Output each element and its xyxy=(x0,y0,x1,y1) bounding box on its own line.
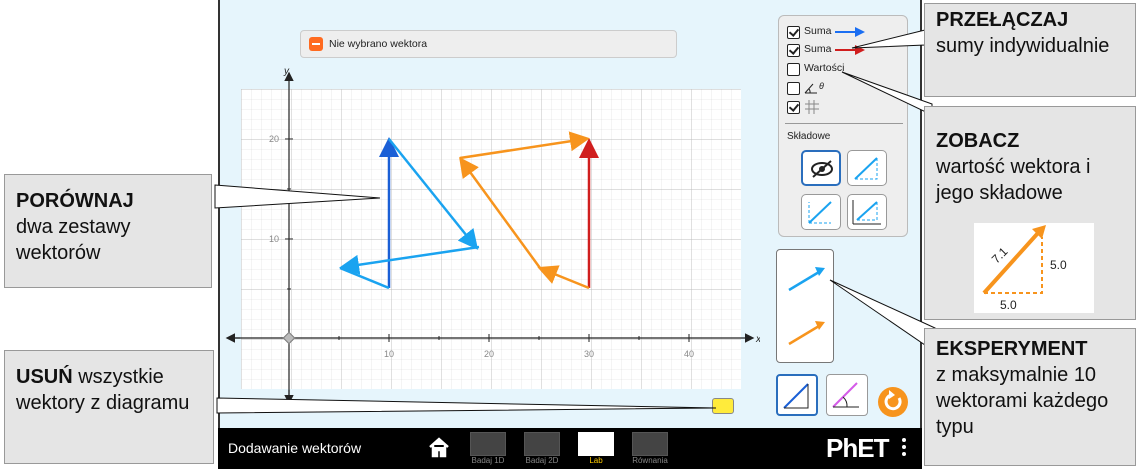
x-tick-label: 20 xyxy=(484,349,494,359)
y-tick-label: 10 xyxy=(269,234,279,244)
callout-see-text: wartość wektora i jego składowe xyxy=(936,156,1091,204)
callout-toggle: PRZEŁĄCZAJ sumy indywidualnie xyxy=(924,3,1136,97)
x-tick-label: 40 xyxy=(684,349,694,359)
checkbox[interactable] xyxy=(787,82,800,95)
blue-arrow-icon xyxy=(835,27,865,37)
screen-lab[interactable]: Lab xyxy=(574,432,618,466)
cartesian-mode-button[interactable] xyxy=(776,374,818,416)
callout-toggle-title: PRZEŁĄCZAJ xyxy=(936,9,1069,31)
screen-label: Równania xyxy=(632,456,668,465)
control-panel: Suma Suma Wartości θ Składowe xyxy=(778,15,908,237)
phet-logo[interactable]: PhET xyxy=(826,433,889,464)
parallel-components-icon xyxy=(808,201,832,224)
components-axis-button[interactable] xyxy=(847,194,887,230)
x-tick-label: 30 xyxy=(584,349,594,359)
vector-graph[interactable]: x y 10 20 30 40 20 10 xyxy=(220,0,760,410)
home-icon[interactable] xyxy=(428,436,450,458)
screen-explore-1d[interactable]: Badaj 1D xyxy=(466,432,510,466)
screen-label: Badaj 2D xyxy=(525,456,559,465)
components-hidden-button[interactable] xyxy=(801,150,841,186)
callout-experiment-title: EKSPERYMENT xyxy=(936,338,1088,360)
callout-experiment: EKSPERYMENT z maksymalnie 10 wektorami ka… xyxy=(924,328,1136,466)
triangle-components-icon xyxy=(854,157,878,180)
cartesian-icon xyxy=(783,383,809,409)
components-triangle-button[interactable] xyxy=(847,150,887,186)
screen-thumbnail xyxy=(470,432,506,456)
reset-all-button[interactable] xyxy=(878,387,908,417)
simulation-area: Nie wybrano wektora y 10 20 30 40 20 10 … xyxy=(218,0,922,428)
sum-label: Suma xyxy=(804,43,832,55)
components-parallelogram-button[interactable] xyxy=(801,194,841,230)
orange-vector-source[interactable] xyxy=(787,318,827,348)
x-axis-label: x xyxy=(755,334,760,345)
screen-equations[interactable]: Równania xyxy=(628,432,672,466)
checkbox[interactable] xyxy=(787,101,800,114)
navigation-bar: Dodawanie wektorów Badaj 1D Badaj 2D Lab… xyxy=(218,428,922,469)
callout-compare-title: PORÓWNAJ xyxy=(16,190,134,212)
brand-text: PhET xyxy=(826,433,889,463)
components-label: Składowe xyxy=(787,131,831,142)
eraser-button[interactable] xyxy=(712,398,734,414)
callout-clear-title: USUŃ xyxy=(16,366,73,388)
checkbox[interactable] xyxy=(787,26,800,39)
screen-thumbnail xyxy=(524,432,560,456)
callout-see: ZOBACZ wartość wektora i jego składowe 7.… xyxy=(924,106,1136,320)
divider xyxy=(785,123,903,124)
example-vector-figure: 7.1 5.0 5.0 xyxy=(974,223,1094,313)
screen-thumbnail xyxy=(578,432,614,456)
callout-clear: USUŃ wszystkie wektory z diagramu xyxy=(4,350,214,464)
callout-compare-text: dwa zestawy wektorów xyxy=(16,216,131,264)
sum-label: Suma xyxy=(804,25,832,37)
menu-icon[interactable] xyxy=(902,438,906,459)
grid xyxy=(241,89,741,389)
example-comp-y: 5.0 xyxy=(1050,258,1067,272)
polar-mode-button[interactable] xyxy=(826,374,868,416)
blue-vector-source[interactable] xyxy=(787,264,827,294)
callout-experiment-text: z maksymalnie 10 wektorami każdego typu xyxy=(936,364,1109,438)
grid-icon xyxy=(805,100,819,114)
sim-title: Dodawanie wektorów xyxy=(228,440,362,456)
values-label: Wartości xyxy=(804,62,845,74)
vector-creator-panel xyxy=(776,249,834,363)
example-comp-x: 5.0 xyxy=(1000,298,1017,312)
screen-label: Badaj 1D xyxy=(471,456,505,465)
axis-components-icon xyxy=(852,200,881,225)
callout-compare: PORÓWNAJ dwa zestawy wektorów xyxy=(4,174,212,288)
polar-icon xyxy=(832,382,859,408)
red-arrow-icon xyxy=(835,45,865,55)
x-tick-label: 10 xyxy=(384,349,394,359)
angle-icon xyxy=(804,83,817,94)
y-tick-label: 20 xyxy=(269,134,279,144)
reset-icon xyxy=(884,390,902,411)
screen-explore-2d[interactable]: Badaj 2D xyxy=(520,432,564,466)
eye-off-icon xyxy=(811,160,833,178)
checkbox[interactable] xyxy=(787,44,800,57)
theta-label: θ xyxy=(819,81,824,91)
screen-label: Lab xyxy=(589,456,603,465)
screen-thumbnail xyxy=(632,432,668,456)
callout-see-title: ZOBACZ xyxy=(936,130,1020,152)
checkbox[interactable] xyxy=(787,63,800,76)
y-axis-label: y xyxy=(283,66,290,77)
callout-toggle-text: sumy indywidualnie xyxy=(936,35,1110,57)
